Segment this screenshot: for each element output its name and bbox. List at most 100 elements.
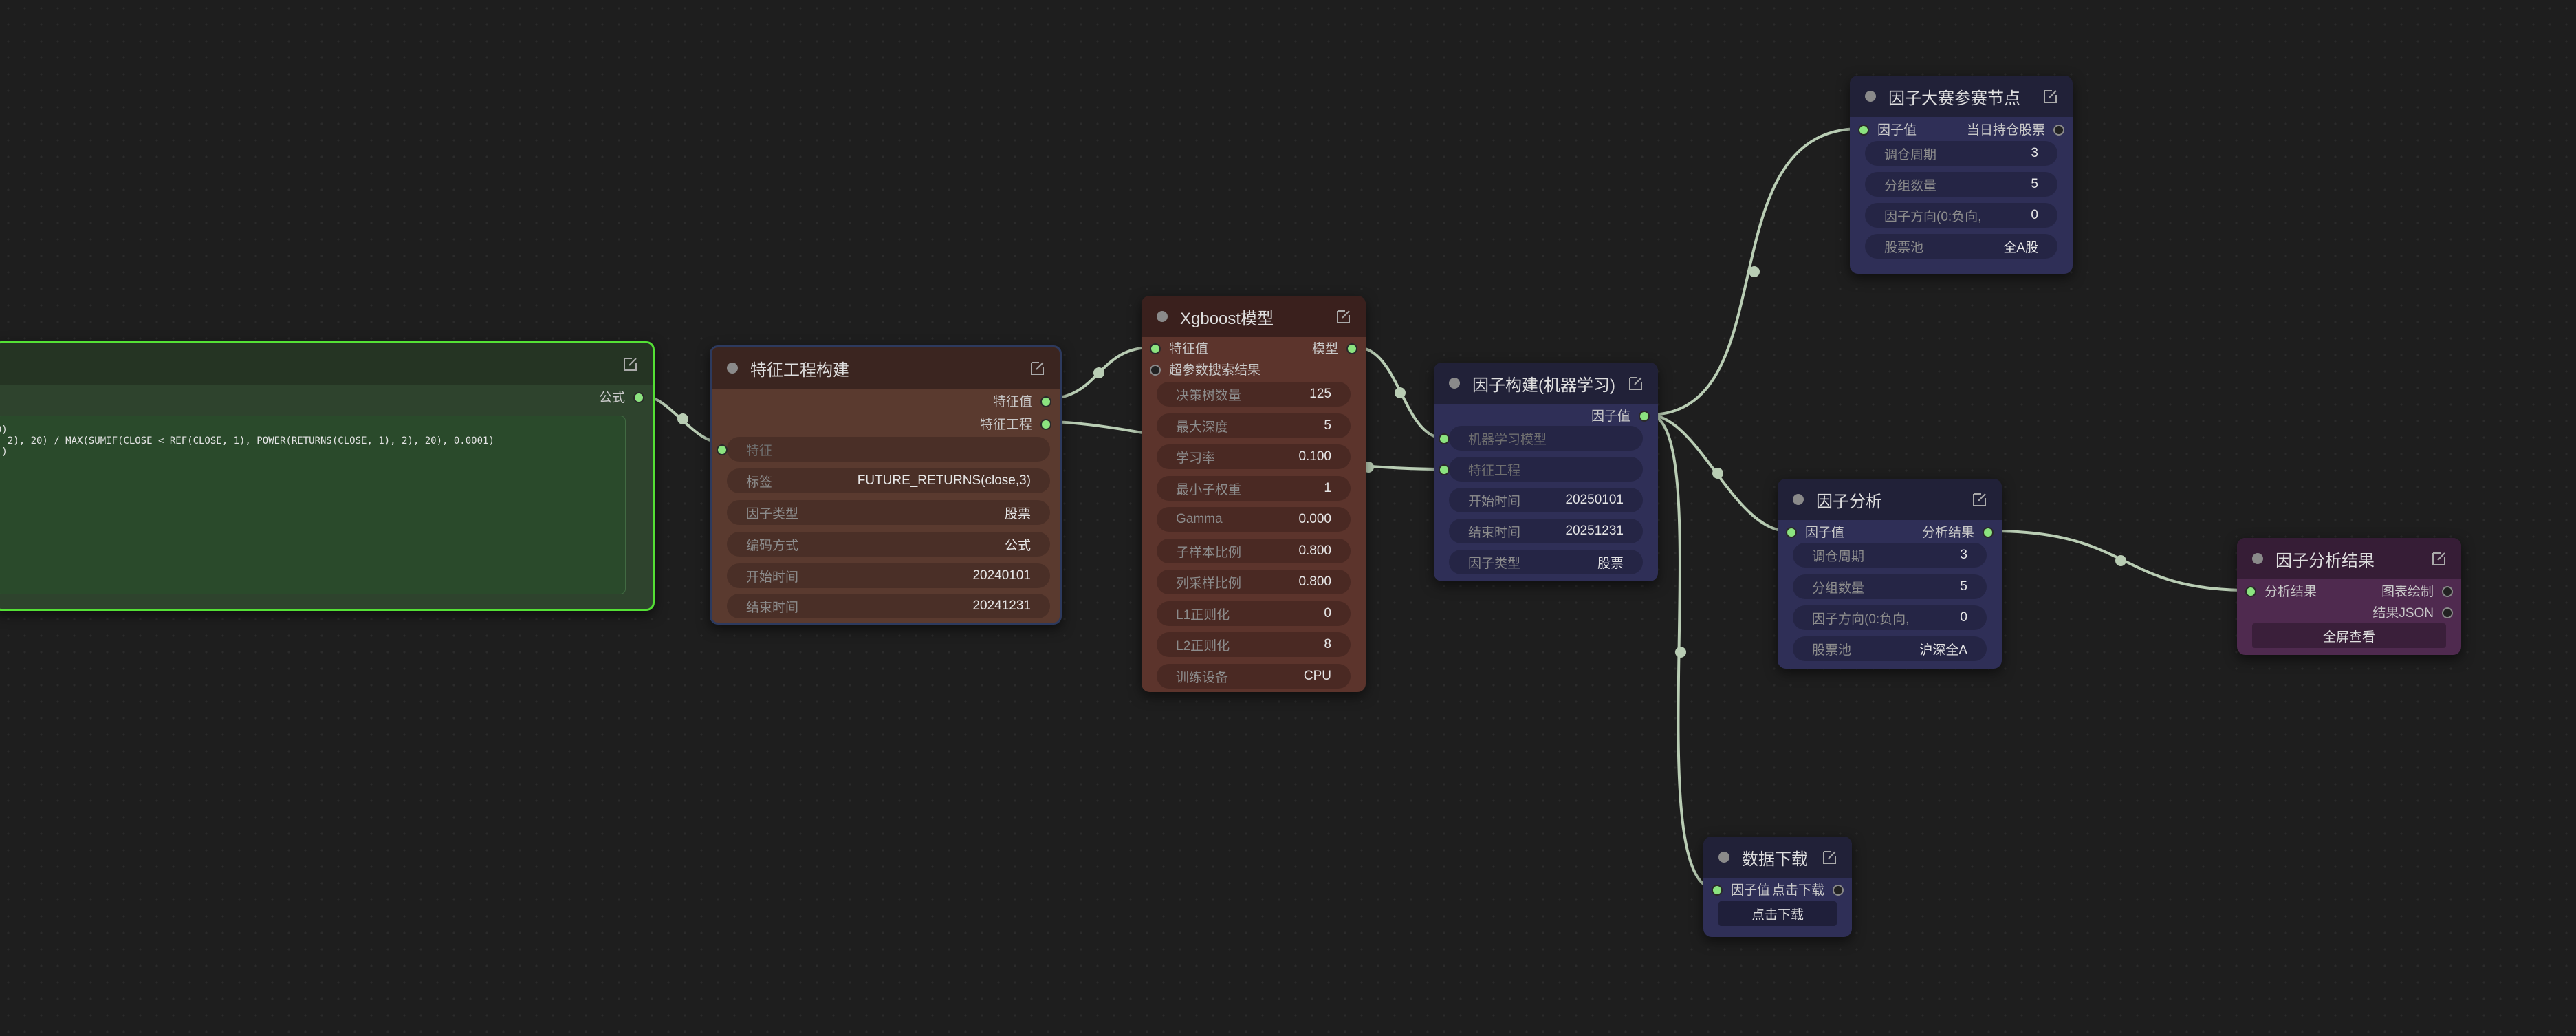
output-slot-holdings[interactable]: 当日持仓股票 xyxy=(1967,118,2073,139)
input-port[interactable] xyxy=(1150,343,1161,354)
output-slot-result-json[interactable]: 结果JSON xyxy=(2372,601,2461,622)
rebalance-period-field[interactable]: 调仓周期 3 xyxy=(1793,543,1987,568)
factor-type-select[interactable]: 因子类型 股票 xyxy=(1449,550,1643,574)
node-header[interactable]: 因子分析结果 xyxy=(2237,538,2461,579)
edit-icon[interactable] xyxy=(1335,308,1352,325)
factor-contest-node[interactable]: 因子大赛参赛节点 因子值 当日持仓股票 调仓周期 3 分组数量 5 因子方向(0… xyxy=(1850,76,2073,274)
output-port[interactable] xyxy=(1833,885,1844,896)
feature-input-widget[interactable]: 特征 xyxy=(717,437,1050,462)
node-header[interactable]: 特征工程构建 xyxy=(712,347,1060,389)
feature-engineering-input-widget[interactable]: 特征工程 xyxy=(1439,457,1643,482)
node-header[interactable]: Xgboost模型 xyxy=(1142,296,1366,337)
max-depth-field[interactable]: 最大深度 5 xyxy=(1157,413,1351,438)
factor-direction-field[interactable]: 因子方向(0:负向, 0 xyxy=(1793,605,1987,630)
collapse-toggle[interactable] xyxy=(1793,494,1804,505)
input-port[interactable] xyxy=(1150,365,1161,376)
input-slot-factor-value[interactable]: 因子值 xyxy=(1778,521,1844,541)
min-child-weight-field[interactable]: 最小子权重 1 xyxy=(1157,476,1351,501)
node-header[interactable]: 数据下载 xyxy=(1703,837,1852,878)
end-date-field[interactable]: 结束时间 20241231 xyxy=(727,594,1050,618)
end-date-field[interactable]: 结束时间 20251231 xyxy=(1449,519,1643,543)
analysis-result-node[interactable]: 因子分析结果 分析结果 图表绘制 结果JSON 全屏查看 xyxy=(2237,538,2461,655)
stock-pool-select[interactable]: 股票池 沪深全A xyxy=(1793,636,1987,661)
output-slot-formula[interactable]: 公式 xyxy=(599,386,653,407)
encoding-select[interactable]: 编码方式 公式 xyxy=(727,532,1050,557)
data-download-node[interactable]: 数据下载 因子值 点击下载 点击下载 xyxy=(1703,837,1852,937)
output-port[interactable] xyxy=(633,392,644,403)
input-slot-hyperparam-search[interactable]: 超参数搜索结果 xyxy=(1142,358,1260,379)
ml-model-input-widget[interactable]: 机器学习模型 xyxy=(1439,426,1643,451)
output-slot-feature-value[interactable]: 特征值 xyxy=(993,390,1060,411)
output-slot-model[interactable]: 模型 xyxy=(1312,337,1366,358)
output-slot-chart[interactable]: 图表绘制 xyxy=(2381,580,2461,601)
output-port[interactable] xyxy=(1983,527,1994,538)
output-port[interactable] xyxy=(2053,125,2064,136)
label-field[interactable]: 标签 FUTURE_RETURNS(close,3) xyxy=(727,468,1050,493)
output-port[interactable] xyxy=(1040,396,1051,407)
input-slot-factor-value[interactable]: 因子值 xyxy=(1703,878,1770,899)
feature-engineering-node[interactable]: 特征工程构建 特征值 特征工程 特征 标签 FUTURE_RETURNS(clo… xyxy=(710,345,1062,625)
collapse-toggle[interactable] xyxy=(1718,852,1729,863)
colsample-field[interactable]: 列采样比例 0.800 xyxy=(1157,570,1351,594)
edit-icon[interactable] xyxy=(1628,375,1644,391)
edit-icon[interactable] xyxy=(2042,88,2059,105)
input-port[interactable] xyxy=(717,444,728,455)
output-slot-analysis-result[interactable]: 分析结果 xyxy=(1922,521,2002,541)
node-header[interactable] xyxy=(0,343,653,385)
l2-regularization-field[interactable]: L2正则化 8 xyxy=(1157,632,1351,657)
input-slot-factor-value[interactable]: 因子值 xyxy=(1850,118,1917,139)
input-port[interactable] xyxy=(2245,586,2256,597)
output-slot-download[interactable]: 点击下载 xyxy=(1772,878,1852,899)
output-slot-factor-value[interactable]: 因子值 xyxy=(1591,404,1658,425)
collapse-toggle[interactable] xyxy=(1157,311,1168,322)
l1-regularization-field[interactable]: L1正则化 0 xyxy=(1157,601,1351,626)
factor-direction-field[interactable]: 因子方向(0:负向, 0 xyxy=(1865,203,2057,228)
edit-icon[interactable] xyxy=(1822,849,1838,865)
learning-rate-field[interactable]: 学习率 0.100 xyxy=(1157,444,1351,469)
edit-icon[interactable] xyxy=(1029,360,1046,376)
input-port[interactable] xyxy=(1858,125,1869,136)
collapse-toggle[interactable] xyxy=(2252,553,2263,564)
input-slot-analysis-result[interactable]: 分析结果 xyxy=(2237,580,2317,601)
input-slot-label: 分析结果 xyxy=(2264,584,2317,599)
edit-icon[interactable] xyxy=(622,356,639,372)
output-port[interactable] xyxy=(2442,586,2453,597)
input-port[interactable] xyxy=(1439,433,1450,444)
start-date-field[interactable]: 开始时间 20250101 xyxy=(1449,488,1643,512)
group-count-field[interactable]: 分组数量 5 xyxy=(1793,574,1987,599)
gamma-field[interactable]: Gamma 0.000 xyxy=(1157,507,1351,532)
input-slot-feature-value[interactable]: 特征值 xyxy=(1142,337,1208,358)
device-select[interactable]: 训练设备 CPU xyxy=(1157,664,1351,689)
n-estimators-field[interactable]: 决策树数量 125 xyxy=(1157,382,1351,407)
edit-icon[interactable] xyxy=(2431,550,2447,567)
output-port[interactable] xyxy=(2442,607,2453,618)
node-header[interactable]: 因子大赛参赛节点 xyxy=(1850,76,2073,117)
formula-node[interactable]: 公式 0) , 2), 20) / MAX(SUMIF(CLOSE < REF(… xyxy=(0,341,655,611)
input-port[interactable] xyxy=(1786,527,1797,538)
factor-build-node[interactable]: 因子构建(机器学习) 因子值 机器学习模型 特征工程 开始时间 20250101… xyxy=(1434,363,1658,581)
widget-value: 125 xyxy=(1309,387,1331,401)
stock-pool-select[interactable]: 股票池 全A股 xyxy=(1865,234,2057,259)
output-port[interactable] xyxy=(1040,419,1051,430)
xgboost-model-node[interactable]: Xgboost模型 特征值 模型 超参数搜索结果 决策树数量 125 最大深度 … xyxy=(1142,296,1366,692)
node-header[interactable]: 因子分析 xyxy=(1778,479,2002,520)
collapse-toggle[interactable] xyxy=(1449,378,1460,389)
input-port[interactable] xyxy=(1712,885,1723,896)
edit-icon[interactable] xyxy=(1972,491,1988,508)
formula-editor[interactable]: 0) , 2), 20) / MAX(SUMIF(CLOSE < REF(CLO… xyxy=(0,416,626,594)
factor-analysis-node[interactable]: 因子分析 因子值 分析结果 调仓周期 3 分组数量 5 因子方向(0:负向, 0… xyxy=(1778,479,2002,669)
download-button[interactable]: 点击下载 xyxy=(1718,901,1837,926)
input-port[interactable] xyxy=(1439,464,1450,475)
output-port[interactable] xyxy=(1639,411,1650,422)
rebalance-period-field[interactable]: 调仓周期 3 xyxy=(1865,141,2057,166)
subsample-field[interactable]: 子样本比例 0.800 xyxy=(1157,539,1351,563)
factor-type-select[interactable]: 因子类型 股票 xyxy=(727,500,1050,525)
node-header[interactable]: 因子构建(机器学习) xyxy=(1434,363,1658,404)
group-count-field[interactable]: 分组数量 5 xyxy=(1865,172,2057,197)
collapse-toggle[interactable] xyxy=(727,363,738,374)
start-date-field[interactable]: 开始时间 20240101 xyxy=(727,563,1050,588)
output-slot-feature-engineering[interactable]: 特征工程 xyxy=(980,413,1060,433)
fullscreen-button[interactable]: 全屏查看 xyxy=(2252,623,2446,648)
output-port[interactable] xyxy=(1346,343,1357,354)
collapse-toggle[interactable] xyxy=(1865,91,1876,102)
